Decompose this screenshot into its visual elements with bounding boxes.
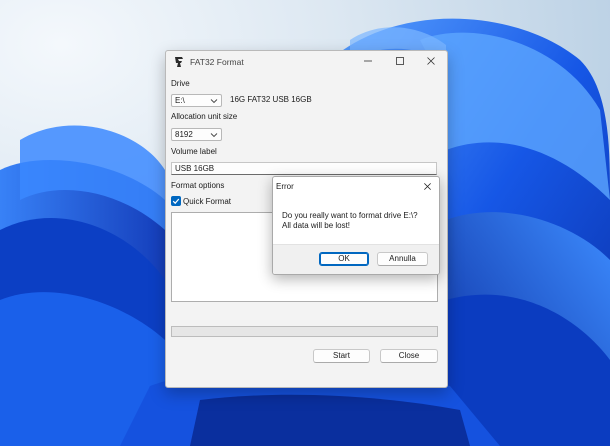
dialog-message-line2: All data will be lost! bbox=[282, 221, 351, 230]
error-dialog: Error Do you really want to format drive… bbox=[272, 176, 440, 275]
volume-label-input[interactable] bbox=[172, 163, 425, 174]
format-options-label: Format options bbox=[171, 181, 225, 190]
minimize-button[interactable] bbox=[352, 51, 384, 71]
format-progress-bar bbox=[171, 326, 438, 337]
close-icon bbox=[427, 57, 435, 65]
close-button[interactable]: Close bbox=[380, 349, 438, 363]
drive-select-value: E:\ bbox=[175, 96, 185, 105]
drive-info-text: 16G FAT32 USB 16GB bbox=[230, 95, 312, 104]
maximize-icon bbox=[396, 57, 404, 65]
quick-format-checkbox[interactable] bbox=[171, 196, 181, 206]
dialog-footer: OK Annulla bbox=[273, 244, 439, 274]
volume-label-field[interactable] bbox=[171, 162, 437, 175]
title-bar[interactable]: FAT32 Format bbox=[166, 51, 447, 73]
ok-button[interactable]: OK bbox=[319, 252, 369, 266]
window-title: FAT32 Format bbox=[190, 57, 244, 67]
dialog-title: Error bbox=[276, 182, 294, 191]
drive-label: Drive bbox=[171, 79, 190, 88]
quick-format-label[interactable]: Quick Format bbox=[183, 197, 231, 206]
app-logo-icon bbox=[175, 57, 183, 67]
close-window-button[interactable] bbox=[415, 51, 447, 71]
start-button[interactable]: Start bbox=[313, 349, 370, 363]
drive-select[interactable]: E:\ bbox=[171, 94, 222, 107]
allocation-unit-select[interactable]: 8192 bbox=[171, 128, 222, 141]
dialog-close-button[interactable] bbox=[419, 179, 435, 193]
checkmark-icon bbox=[172, 198, 180, 205]
chevron-down-icon bbox=[210, 133, 218, 138]
minimize-icon bbox=[364, 60, 372, 62]
volume-label-label: Volume label bbox=[171, 147, 217, 156]
allocation-unit-value: 8192 bbox=[175, 130, 193, 139]
dialog-message-line1: Do you really want to format drive E:\? bbox=[282, 211, 418, 220]
dialog-message: Do you really want to format drive E:\? … bbox=[282, 211, 418, 231]
chevron-down-icon bbox=[210, 99, 218, 104]
allocation-unit-label: Allocation unit size bbox=[171, 112, 238, 121]
close-icon bbox=[423, 182, 431, 190]
maximize-button[interactable] bbox=[384, 51, 416, 71]
annulla-button[interactable]: Annulla bbox=[377, 252, 428, 266]
